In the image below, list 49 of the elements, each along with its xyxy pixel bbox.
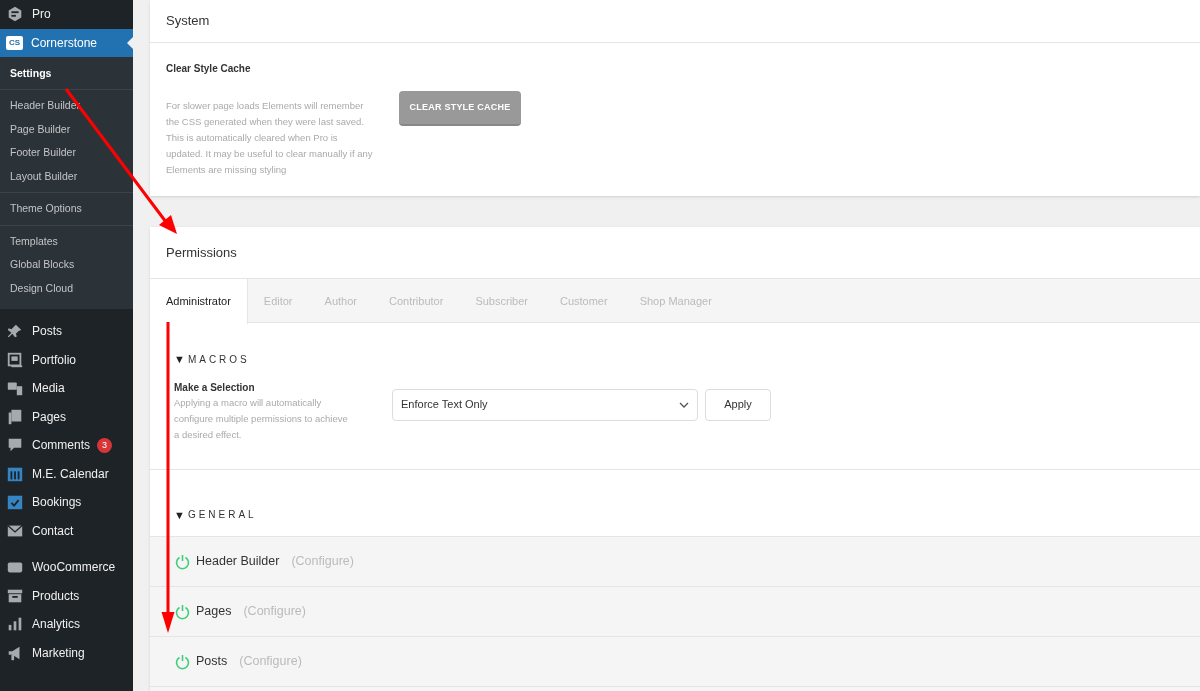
sidebar-item[interactable]: Pro	[0, 0, 133, 29]
sidebar-item[interactable]: Contact	[0, 516, 133, 545]
sidebar-item[interactable]: Marketing	[0, 638, 133, 667]
macro-label: Make a Selection	[174, 380, 256, 395]
collapse-toggle[interactable]: ▼	[174, 351, 185, 368]
panel-title: System	[166, 12, 210, 31]
logo-icon: CS	[6, 35, 23, 50]
setting-label: Clear Style Cache	[166, 62, 252, 76]
sidebar-item[interactable]: Pages	[0, 402, 133, 431]
section-heading: MACROS	[187, 352, 250, 367]
permission-label: Posts	[196, 653, 228, 671]
macro-select[interactable]: Enforce Text Only	[392, 388, 698, 421]
sidebar-item[interactable]: Products	[0, 581, 133, 610]
sidebar-item[interactable]: Bookings	[0, 488, 133, 517]
sidebar-item[interactable]: M.E. Calendar	[0, 459, 133, 488]
power-icon[interactable]	[175, 553, 190, 570]
sidebar-item[interactable]: Comments 3	[0, 431, 133, 460]
collapse-toggle[interactable]: ▼	[174, 506, 185, 523]
submenu-item[interactable]: Page Builder	[0, 117, 133, 141]
sidebar-item[interactable]: WooCommerce	[0, 553, 133, 582]
permission-label: Pages	[196, 603, 232, 621]
chevron-down-icon	[679, 401, 689, 408]
current-pointer-icon	[127, 36, 133, 49]
panel-title: Permissions	[166, 243, 237, 262]
submenu-item[interactable]: Footer Builder	[0, 141, 133, 165]
sidebar-item[interactable]: Posts	[0, 317, 133, 346]
hexagon-icon	[6, 5, 24, 24]
power-icon[interactable]	[175, 653, 190, 670]
power-icon[interactable]	[175, 603, 190, 620]
role-tab[interactable]: Administrator	[150, 279, 248, 324]
permission-label: Header Builder	[196, 553, 280, 571]
pages-icon	[6, 407, 24, 426]
submenu-item[interactable]: Global Blocks	[0, 253, 133, 277]
sidebar-item[interactable]: Portfolio	[0, 345, 133, 374]
submenu-item[interactable]: Theme Options	[0, 197, 133, 221]
macro-description: Applying a macro will automatically configure multiple permissions to achieve a desired effect.	[174, 395, 349, 442]
submenu-item[interactable]: Templates	[0, 229, 133, 253]
submenu-item[interactable]: Design Cloud	[0, 276, 133, 300]
sidebar-item[interactable]: Analytics	[0, 610, 133, 639]
sidebar-item[interactable]: CS Cornerstone	[0, 28, 133, 57]
count-badge: 3	[97, 437, 112, 453]
calendar-check-icon	[6, 493, 24, 512]
apply-button[interactable]: Apply	[705, 388, 771, 421]
sidebar-item[interactable]: Media	[0, 374, 133, 403]
submenu-item[interactable]: Layout Builder	[0, 164, 133, 188]
picture-frame-icon	[6, 350, 24, 369]
section-heading: GENERAL	[187, 508, 257, 523]
setting-description: For slower page loads Elements will remember the CSS generated when they were last saved. This is automatically cleared when Pro is updated. It may be useful to clear manually if any Elements are missing styling	[166, 99, 374, 177]
submenu-item[interactable]: Settings	[0, 61, 133, 85]
